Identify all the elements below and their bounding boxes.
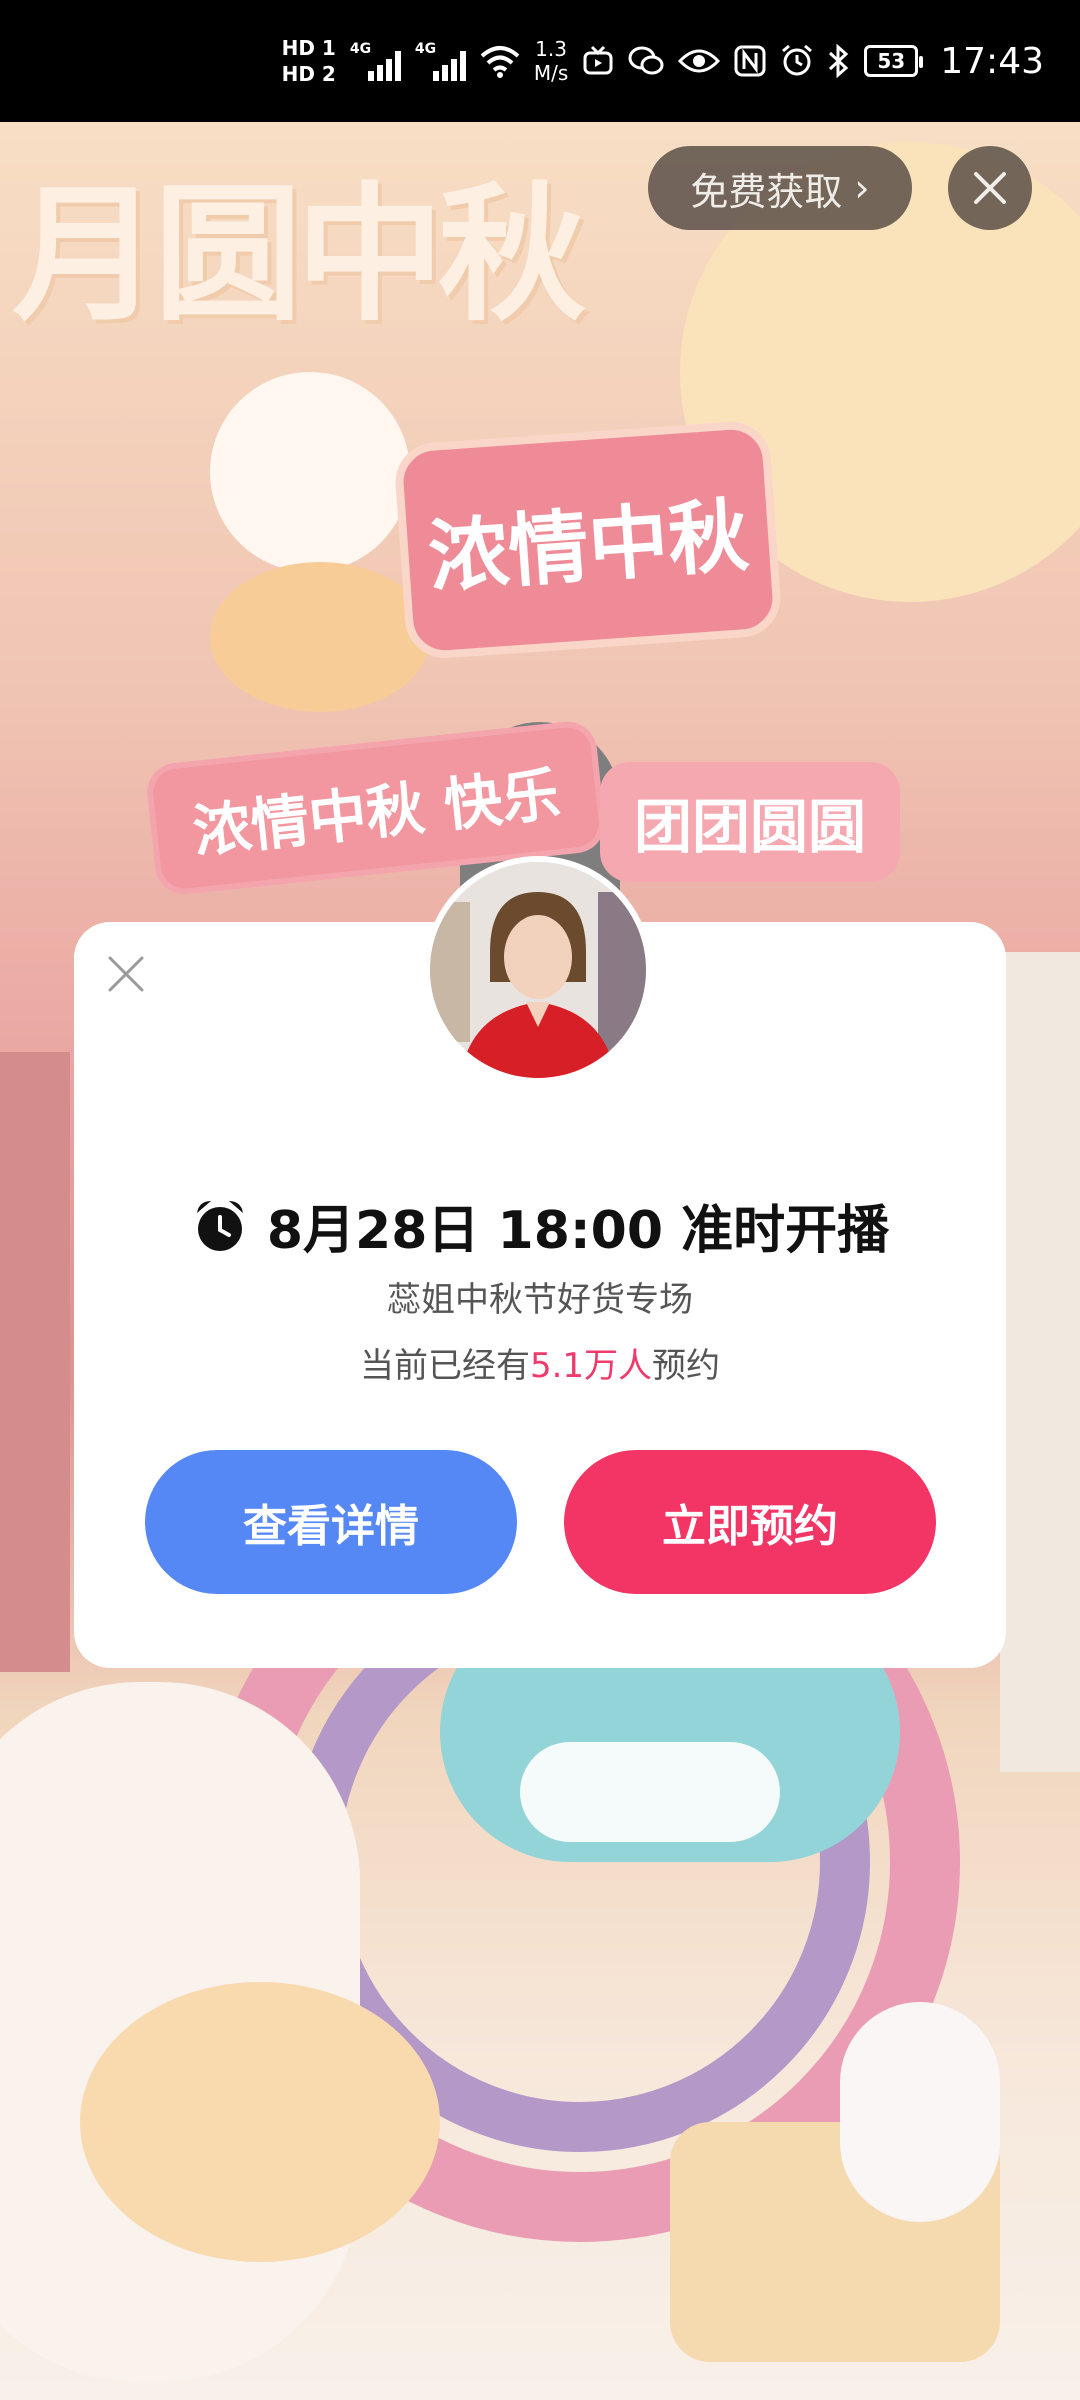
reservation-stats: 当前已经有5.1万人预约 bbox=[0, 1338, 1080, 1387]
nfc-icon bbox=[734, 45, 766, 77]
stats-prefix: 当前已经有 bbox=[359, 1346, 530, 1386]
close-promo-button[interactable] bbox=[948, 146, 1032, 230]
chevron-right-icon: › bbox=[854, 166, 870, 210]
alarm-status-icon bbox=[782, 44, 813, 76]
network-speed: 1.3 M/s bbox=[534, 37, 568, 85]
status-bar: HD 1 HD 2 4G 4G 1.3 M/s 53 17:43 bbox=[0, 0, 1080, 122]
bluetooth-icon bbox=[829, 44, 849, 78]
wechat-icon bbox=[628, 46, 664, 75]
hd2-label: HD 2 bbox=[281, 62, 336, 86]
tv-icon bbox=[583, 45, 613, 75]
status-bar-icons: HD 1 HD 2 4G 4G 1.3 M/s 53 17:43 bbox=[282, 0, 1044, 122]
host-portrait bbox=[430, 862, 646, 1078]
network-type-2: 4G bbox=[414, 41, 437, 57]
show-subtitle: 蕊姐中秋节好货专场 bbox=[387, 1280, 693, 1320]
network-type-1: 4G bbox=[349, 41, 372, 57]
wifi-icon bbox=[480, 46, 520, 78]
alarm-clock-icon bbox=[196, 1200, 243, 1251]
reserve-now-button[interactable]: 立即预约 bbox=[564, 1450, 936, 1594]
eye-icon bbox=[678, 49, 721, 73]
schedule-text: 8月28日 18:00 准时开播 bbox=[266, 1201, 890, 1261]
signal-icon-2: 4G bbox=[415, 41, 466, 81]
host-avatar bbox=[424, 856, 652, 1084]
battery-icon: 53 bbox=[864, 45, 924, 77]
signal-icon-1: 4G bbox=[350, 41, 401, 81]
free-get-button[interactable]: 免费获取 › bbox=[648, 146, 912, 230]
clock: 17:43 bbox=[940, 40, 1044, 82]
free-get-label: 免费获取 bbox=[690, 169, 843, 214]
reservation-count: 5.1万人 bbox=[529, 1346, 653, 1386]
close-icon bbox=[108, 956, 144, 992]
hd-indicator: HD 1 HD 2 bbox=[282, 35, 336, 87]
hd1-label: HD 1 bbox=[281, 36, 336, 60]
view-details-button[interactable]: 查看详情 bbox=[145, 1450, 517, 1594]
dialog-close-button[interactable] bbox=[98, 946, 154, 1002]
speed-unit: M/s bbox=[533, 61, 569, 85]
speed-value: 1.3 bbox=[535, 37, 567, 61]
close-icon bbox=[974, 172, 1006, 204]
stats-suffix: 预约 bbox=[652, 1346, 721, 1386]
schedule-row: 8月28日 18:00 准时开播 bbox=[0, 1188, 1080, 1263]
